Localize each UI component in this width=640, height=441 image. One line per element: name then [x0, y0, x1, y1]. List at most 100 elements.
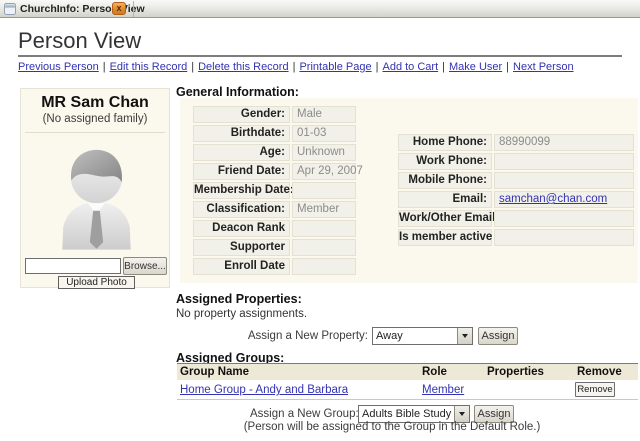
property-select[interactable]: Away	[372, 327, 473, 345]
field-label: Membership Date:	[193, 182, 294, 199]
person-card: MR Sam Chan (No assigned family) Browse.…	[20, 88, 170, 289]
field-label: Enroll Date	[193, 258, 290, 275]
field-value: samchan@chan.com	[494, 191, 634, 208]
field-row-is-member-active: Is member active ?	[398, 229, 634, 246]
nav-link-delete-record[interactable]: Delete this Record	[198, 61, 289, 73]
link-separator: |	[506, 61, 510, 73]
field-value	[494, 172, 634, 189]
field-value: Unknown	[292, 144, 356, 161]
field-label: Home Phone:	[398, 134, 492, 151]
nav-link-edit-record[interactable]: Edit this Record	[110, 61, 188, 73]
column-header-role: Role	[422, 366, 447, 378]
no-properties-message: No property assignments.	[176, 308, 308, 320]
field-value	[494, 210, 634, 227]
nav-link-next-person[interactable]: Next Person	[513, 61, 574, 73]
field-value: 88990099	[494, 134, 634, 151]
general-info-left-column: Gender: Male Birthdate: 01-03 Age: Unkno…	[193, 106, 363, 277]
avatar-placeholder-icon	[62, 149, 131, 250]
window-titlebar: ChurchInfo: Person View x	[0, 0, 640, 18]
action-links: Previous Person | Edit this Record | Delete …	[18, 61, 574, 73]
nav-link-add-to-cart[interactable]: Add to Cart	[382, 61, 438, 73]
person-name: MR Sam Chan	[41, 94, 149, 111]
field-label: Is member active ?	[398, 229, 503, 246]
link-separator: |	[102, 61, 106, 73]
nav-link-make-user[interactable]: Make User	[449, 61, 502, 73]
general-info-panel: Gender: Male Birthdate: 01-03 Age: Unkno…	[180, 98, 638, 283]
churchinfo-window: ChurchInfo: Person View x Person View Pr…	[0, 0, 640, 441]
field-value: Male	[292, 106, 356, 123]
field-row-work-other-email: Work/Other Email:	[398, 210, 634, 227]
field-label: Age:	[193, 144, 290, 161]
field-label: Work Phone:	[398, 153, 492, 170]
groups-table: Group Name Role Properties Remove Home G…	[177, 363, 638, 400]
dropdown-arrow-glyph	[462, 334, 468, 338]
close-icon[interactable]: x	[112, 2, 126, 15]
column-header-group-name: Group Name	[180, 366, 250, 378]
field-label: Birthdate:	[193, 125, 290, 142]
nav-link-previous-person[interactable]: Previous Person	[18, 61, 99, 73]
field-row-email: Email: samchan@chan.com	[398, 191, 634, 208]
assign-group-label: Assign a New Group:	[250, 408, 359, 420]
upload-photo-button[interactable]: Upload Photo	[58, 276, 135, 289]
field-row-mobile-phone: Mobile Phone:	[398, 172, 634, 189]
field-row-deacon-rank: Deacon Rank	[193, 220, 356, 237]
link-separator: |	[292, 61, 296, 73]
card-divider	[25, 132, 165, 133]
field-label: Mobile Phone:	[398, 172, 492, 189]
photo-file-input[interactable]	[25, 258, 121, 274]
group-select-value: Adults Bible Study	[362, 408, 452, 420]
field-value	[292, 220, 356, 237]
field-row-friend-date: Friend Date: Apr 29, 2007	[193, 163, 363, 180]
field-value	[292, 258, 356, 275]
general-info-heading: General Information:	[176, 85, 299, 99]
field-value	[292, 182, 356, 199]
email-link[interactable]: samchan@chan.com	[499, 193, 607, 205]
field-value	[494, 153, 634, 170]
field-label: Deacon Rank	[193, 220, 290, 237]
table-row: Home Group - Andy and Barbara Member Rem…	[177, 380, 638, 400]
nav-link-printable-page[interactable]: Printable Page	[299, 61, 371, 73]
field-value	[494, 229, 634, 246]
tab-separator	[133, 1, 134, 17]
field-row-classification: Classification: Member	[193, 201, 356, 218]
column-header-properties: Properties	[487, 366, 544, 378]
field-value: Member	[292, 201, 356, 218]
field-row-work-phone: Work Phone:	[398, 153, 634, 170]
field-label: Supporter	[193, 239, 290, 256]
column-header-remove: Remove	[577, 366, 622, 378]
field-row-age: Age: Unknown	[193, 144, 356, 161]
field-row-enroll-date: Enroll Date	[193, 258, 356, 275]
field-label: Classification:	[193, 201, 290, 218]
field-label: Email:	[398, 191, 492, 208]
default-role-note: (Person will be assigned to the Group in…	[243, 421, 541, 433]
field-label: Gender:	[193, 106, 290, 123]
field-value	[292, 239, 356, 256]
field-value: 01-03	[292, 125, 356, 142]
link-separator: |	[442, 61, 445, 73]
remove-group-button[interactable]: Remove	[575, 382, 615, 397]
groups-table-header: Group Name Role Properties Remove	[177, 363, 638, 380]
group-name-link[interactable]: Home Group - Andy and Barbara	[180, 384, 348, 396]
property-select-value: Away	[376, 330, 403, 342]
field-label: Work/Other Email:	[398, 210, 499, 227]
app-icon	[4, 3, 16, 15]
field-row-gender: Gender: Male	[193, 106, 356, 123]
family-note: (No assigned family)	[42, 113, 148, 125]
link-separator: |	[375, 61, 379, 73]
link-separator: |	[191, 61, 195, 73]
field-row-birthdate: Birthdate: 01-03	[193, 125, 356, 142]
field-row-membership-date: Membership Date:	[193, 182, 356, 199]
page-title: Person View	[18, 28, 142, 53]
dropdown-arrow-glyph	[459, 412, 465, 416]
field-label: Friend Date:	[193, 163, 290, 180]
general-info-right-column: Home Phone: 88990099 Work Phone: Mobile …	[398, 134, 634, 248]
field-row-supporter: Supporter	[193, 239, 356, 256]
title-divider	[18, 55, 622, 57]
assigned-properties-heading: Assigned Properties:	[176, 292, 302, 306]
browse-button[interactable]: Browse...	[123, 257, 167, 275]
field-value: Apr 29, 2007	[292, 163, 363, 180]
role-link[interactable]: Member	[422, 384, 464, 396]
assign-property-button[interactable]: Assign	[478, 327, 518, 345]
assign-property-label: Assign a New Property:	[247, 330, 368, 342]
field-row-home-phone: Home Phone: 88990099	[398, 134, 634, 151]
